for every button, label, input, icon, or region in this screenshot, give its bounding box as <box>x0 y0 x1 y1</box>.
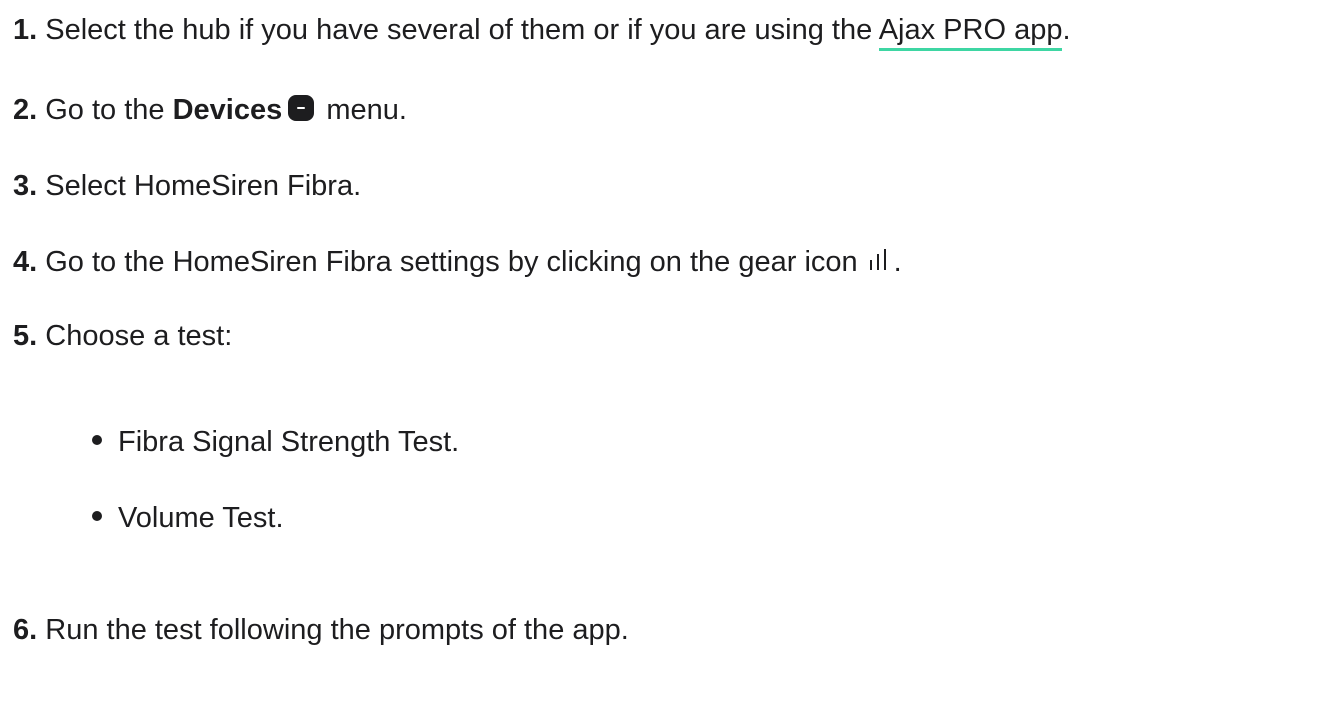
bullet-icon <box>92 511 102 521</box>
devices-icon <box>288 95 315 121</box>
step-text: Go to the <box>45 94 173 126</box>
test-option-label: Fibra Signal Strength Test. <box>118 426 460 458</box>
step-text: Go to the HomeSiren Fibra settings by cl… <box>45 246 858 278</box>
step-punct: . <box>893 246 902 278</box>
bullet-icon <box>92 435 102 445</box>
step-text-end: menu. <box>318 94 407 126</box>
ajax-pro-app-link[interactable]: Ajax PRO app <box>878 14 1063 51</box>
gear-icon <box>869 249 886 270</box>
step-text: Select the hub if you have several of th… <box>45 14 879 46</box>
step-number: 6. <box>13 614 38 646</box>
step-text: Choose a test: <box>45 320 233 352</box>
step-number: 2. <box>13 94 38 126</box>
step-text: Select HomeSiren Fibra. <box>45 170 362 202</box>
step-text: Run the test following the prompts of th… <box>45 614 629 646</box>
test-option-label: Volume Test. <box>118 502 284 534</box>
step-number: 4. <box>13 246 38 278</box>
step-5: 5. Choose a test: <box>13 318 232 354</box>
step-4: 4. Go to the HomeSiren Fibra settings by… <box>13 244 902 280</box>
devices-menu-label: Devices <box>172 94 283 126</box>
step-6: 6. Run the test following the prompts of… <box>13 612 629 648</box>
test-option-signal: Fibra Signal Strength Test. <box>92 424 459 460</box>
step-3: 3. Select HomeSiren Fibra. <box>13 168 361 204</box>
step-1: 1. Select the hub if you have several of… <box>13 12 1071 51</box>
step-number: 3. <box>13 170 38 202</box>
test-option-volume: Volume Test. <box>92 500 284 536</box>
step-number: 5. <box>13 320 38 352</box>
step-number: 1. <box>13 14 38 46</box>
step-2: 2. Go to the Devices menu. <box>13 92 407 128</box>
instructions-document: 1. Select the hub if you have several of… <box>0 0 1319 706</box>
step-punct: . <box>1062 14 1071 46</box>
